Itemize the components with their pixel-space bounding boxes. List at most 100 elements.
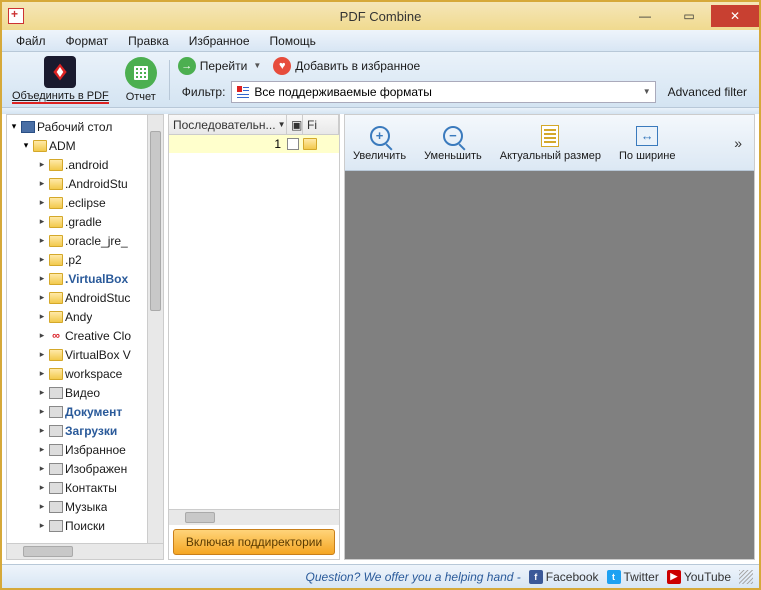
facebook-icon: f xyxy=(529,570,543,584)
preview-toolbar: + Увеличить − Уменьшить Актуальный разме… xyxy=(345,115,754,171)
tree-row[interactable]: ▸Контакты xyxy=(7,478,163,497)
column-file[interactable]: Fi xyxy=(303,115,339,134)
statusbar: Question? We offer you a helping hand - … xyxy=(2,564,759,588)
chevron-down-icon: ▼ xyxy=(643,87,651,96)
minimize-button[interactable]: — xyxy=(623,5,667,27)
app-window: PDF Combine — ▭ ✕ Файл Формат Правка Изб… xyxy=(0,0,761,590)
pdf-icon xyxy=(44,56,76,88)
tree-row[interactable]: ▸Поиски xyxy=(7,516,163,535)
window-controls: — ▭ ✕ xyxy=(623,5,759,27)
tree-row[interactable]: ▸Изображен xyxy=(7,459,163,478)
file-list[interactable]: 1 xyxy=(169,135,339,509)
actual-size-button[interactable]: Актуальный размер xyxy=(500,124,601,162)
close-button[interactable]: ✕ xyxy=(711,5,759,27)
separator xyxy=(169,60,170,100)
desktop-icon xyxy=(21,121,35,133)
folder-icon xyxy=(49,254,63,266)
checkbox[interactable] xyxy=(287,138,299,150)
folder-tree[interactable]: ▾ Рабочий стол ▾ ADM ▸.android▸.AndroidS… xyxy=(7,115,163,543)
report-button[interactable]: Отчет xyxy=(121,55,161,105)
list-horizontal-scrollbar[interactable] xyxy=(169,509,339,525)
column-sequence[interactable]: Последовательн...▼ xyxy=(169,115,287,134)
folder-tree-panel: ▾ Рабочий стол ▾ ADM ▸.android▸.AndroidS… xyxy=(6,114,164,560)
system-folder-icon xyxy=(49,406,63,418)
combine-pdf-button[interactable]: Объединить в PDF xyxy=(8,54,113,106)
tree-row[interactable]: ▸.p2 xyxy=(7,250,163,269)
chevron-down-icon: ▼ xyxy=(253,61,261,70)
help-text: Question? We offer you a helping hand - xyxy=(306,570,521,584)
system-folder-icon xyxy=(49,444,63,456)
tree-row[interactable]: ▸.VirtualBox xyxy=(7,269,163,288)
list-item[interactable]: 1 xyxy=(169,135,339,153)
system-folder-icon xyxy=(49,463,63,475)
menubar: Файл Формат Правка Избранное Помощь xyxy=(2,30,759,52)
filter-format-icon xyxy=(236,85,250,99)
add-favorite-button[interactable]: ♥ Добавить в избранное xyxy=(273,57,420,75)
tree-row[interactable]: ▸VirtualBox V xyxy=(7,345,163,364)
tree-row-desktop[interactable]: ▾ Рабочий стол xyxy=(7,117,163,136)
tree-row[interactable]: ▸∞Creative Clo xyxy=(7,326,163,345)
tree-row[interactable]: ▸workspace xyxy=(7,364,163,383)
folder-icon xyxy=(49,349,63,361)
main-toolbar: Объединить в PDF Отчет → Перейти ▼ ♥ Доб… xyxy=(2,52,759,108)
titlebar: PDF Combine — ▭ ✕ xyxy=(2,2,759,30)
folder-icon xyxy=(49,368,63,380)
menu-favorites[interactable]: Избранное xyxy=(181,32,258,50)
folder-icon xyxy=(49,216,63,228)
advanced-filter-link[interactable]: Advanced filter xyxy=(662,85,753,99)
tree-row[interactable]: ▸AndroidStuc xyxy=(7,288,163,307)
tree-row[interactable]: ▸Музыка xyxy=(7,497,163,516)
zoom-in-icon: + xyxy=(370,126,390,146)
zoom-in-button[interactable]: + Увеличить xyxy=(353,124,406,162)
folder-icon xyxy=(49,273,63,285)
menu-edit[interactable]: Правка xyxy=(120,32,177,50)
tree-horizontal-scrollbar[interactable] xyxy=(7,543,163,559)
tree-row[interactable]: ▸Andy xyxy=(7,307,163,326)
tree-row[interactable]: ▸.oracle_jre_ xyxy=(7,231,163,250)
folder-icon xyxy=(33,140,47,152)
preview-area xyxy=(345,171,754,559)
folder-icon xyxy=(49,311,63,323)
toolbar-overflow-button[interactable]: » xyxy=(730,135,746,151)
tree-row[interactable]: ▸.android xyxy=(7,155,163,174)
youtube-icon: ▶ xyxy=(667,570,681,584)
menu-file[interactable]: Файл xyxy=(8,32,54,50)
tree-row-user[interactable]: ▾ ADM xyxy=(7,136,163,155)
fit-width-button[interactable]: ↔ По ширине xyxy=(619,124,676,162)
creative-cloud-icon: ∞ xyxy=(49,329,63,343)
heart-icon: ♥ xyxy=(273,57,291,75)
tree-row[interactable]: ▸Избранное xyxy=(7,440,163,459)
file-list-panel: Последовательн...▼ ▣ Fi 1 Включая поддир… xyxy=(168,114,340,560)
app-icon xyxy=(8,8,24,24)
tree-row[interactable]: ▸Загрузки xyxy=(7,421,163,440)
include-subdirs-button[interactable]: Включая поддиректории xyxy=(173,529,335,555)
tree-vertical-scrollbar[interactable] xyxy=(147,115,163,543)
system-folder-icon xyxy=(49,482,63,494)
system-folder-icon xyxy=(49,501,63,513)
document-icon xyxy=(541,125,559,147)
youtube-link[interactable]: ▶ YouTube xyxy=(667,570,731,584)
menu-help[interactable]: Помощь xyxy=(262,32,324,50)
column-check[interactable]: ▣ xyxy=(287,115,303,134)
content-area: ▾ Рабочий стол ▾ ADM ▸.android▸.AndroidS… xyxy=(2,108,759,564)
tree-row[interactable]: ▸.gradle xyxy=(7,212,163,231)
folder-icon xyxy=(49,235,63,247)
menu-format[interactable]: Формат xyxy=(58,32,117,50)
maximize-button[interactable]: ▭ xyxy=(667,5,711,27)
resize-grip[interactable] xyxy=(739,570,753,584)
folder-icon xyxy=(49,178,63,190)
twitter-link[interactable]: t Twitter xyxy=(607,570,659,584)
system-folder-icon xyxy=(49,387,63,399)
zoom-out-icon: − xyxy=(443,126,463,146)
system-folder-icon xyxy=(49,520,63,532)
filter-select[interactable]: Все поддерживаемые форматы ▼ xyxy=(231,81,655,103)
window-title: PDF Combine xyxy=(340,9,422,24)
tree-row[interactable]: ▸Документ xyxy=(7,402,163,421)
tree-row[interactable]: ▸Видео xyxy=(7,383,163,402)
twitter-icon: t xyxy=(607,570,621,584)
tree-row[interactable]: ▸.eclipse xyxy=(7,193,163,212)
go-button[interactable]: → Перейти ▼ xyxy=(178,57,261,75)
facebook-link[interactable]: f Facebook xyxy=(529,570,599,584)
zoom-out-button[interactable]: − Уменьшить xyxy=(424,124,482,162)
tree-row[interactable]: ▸.AndroidStu xyxy=(7,174,163,193)
